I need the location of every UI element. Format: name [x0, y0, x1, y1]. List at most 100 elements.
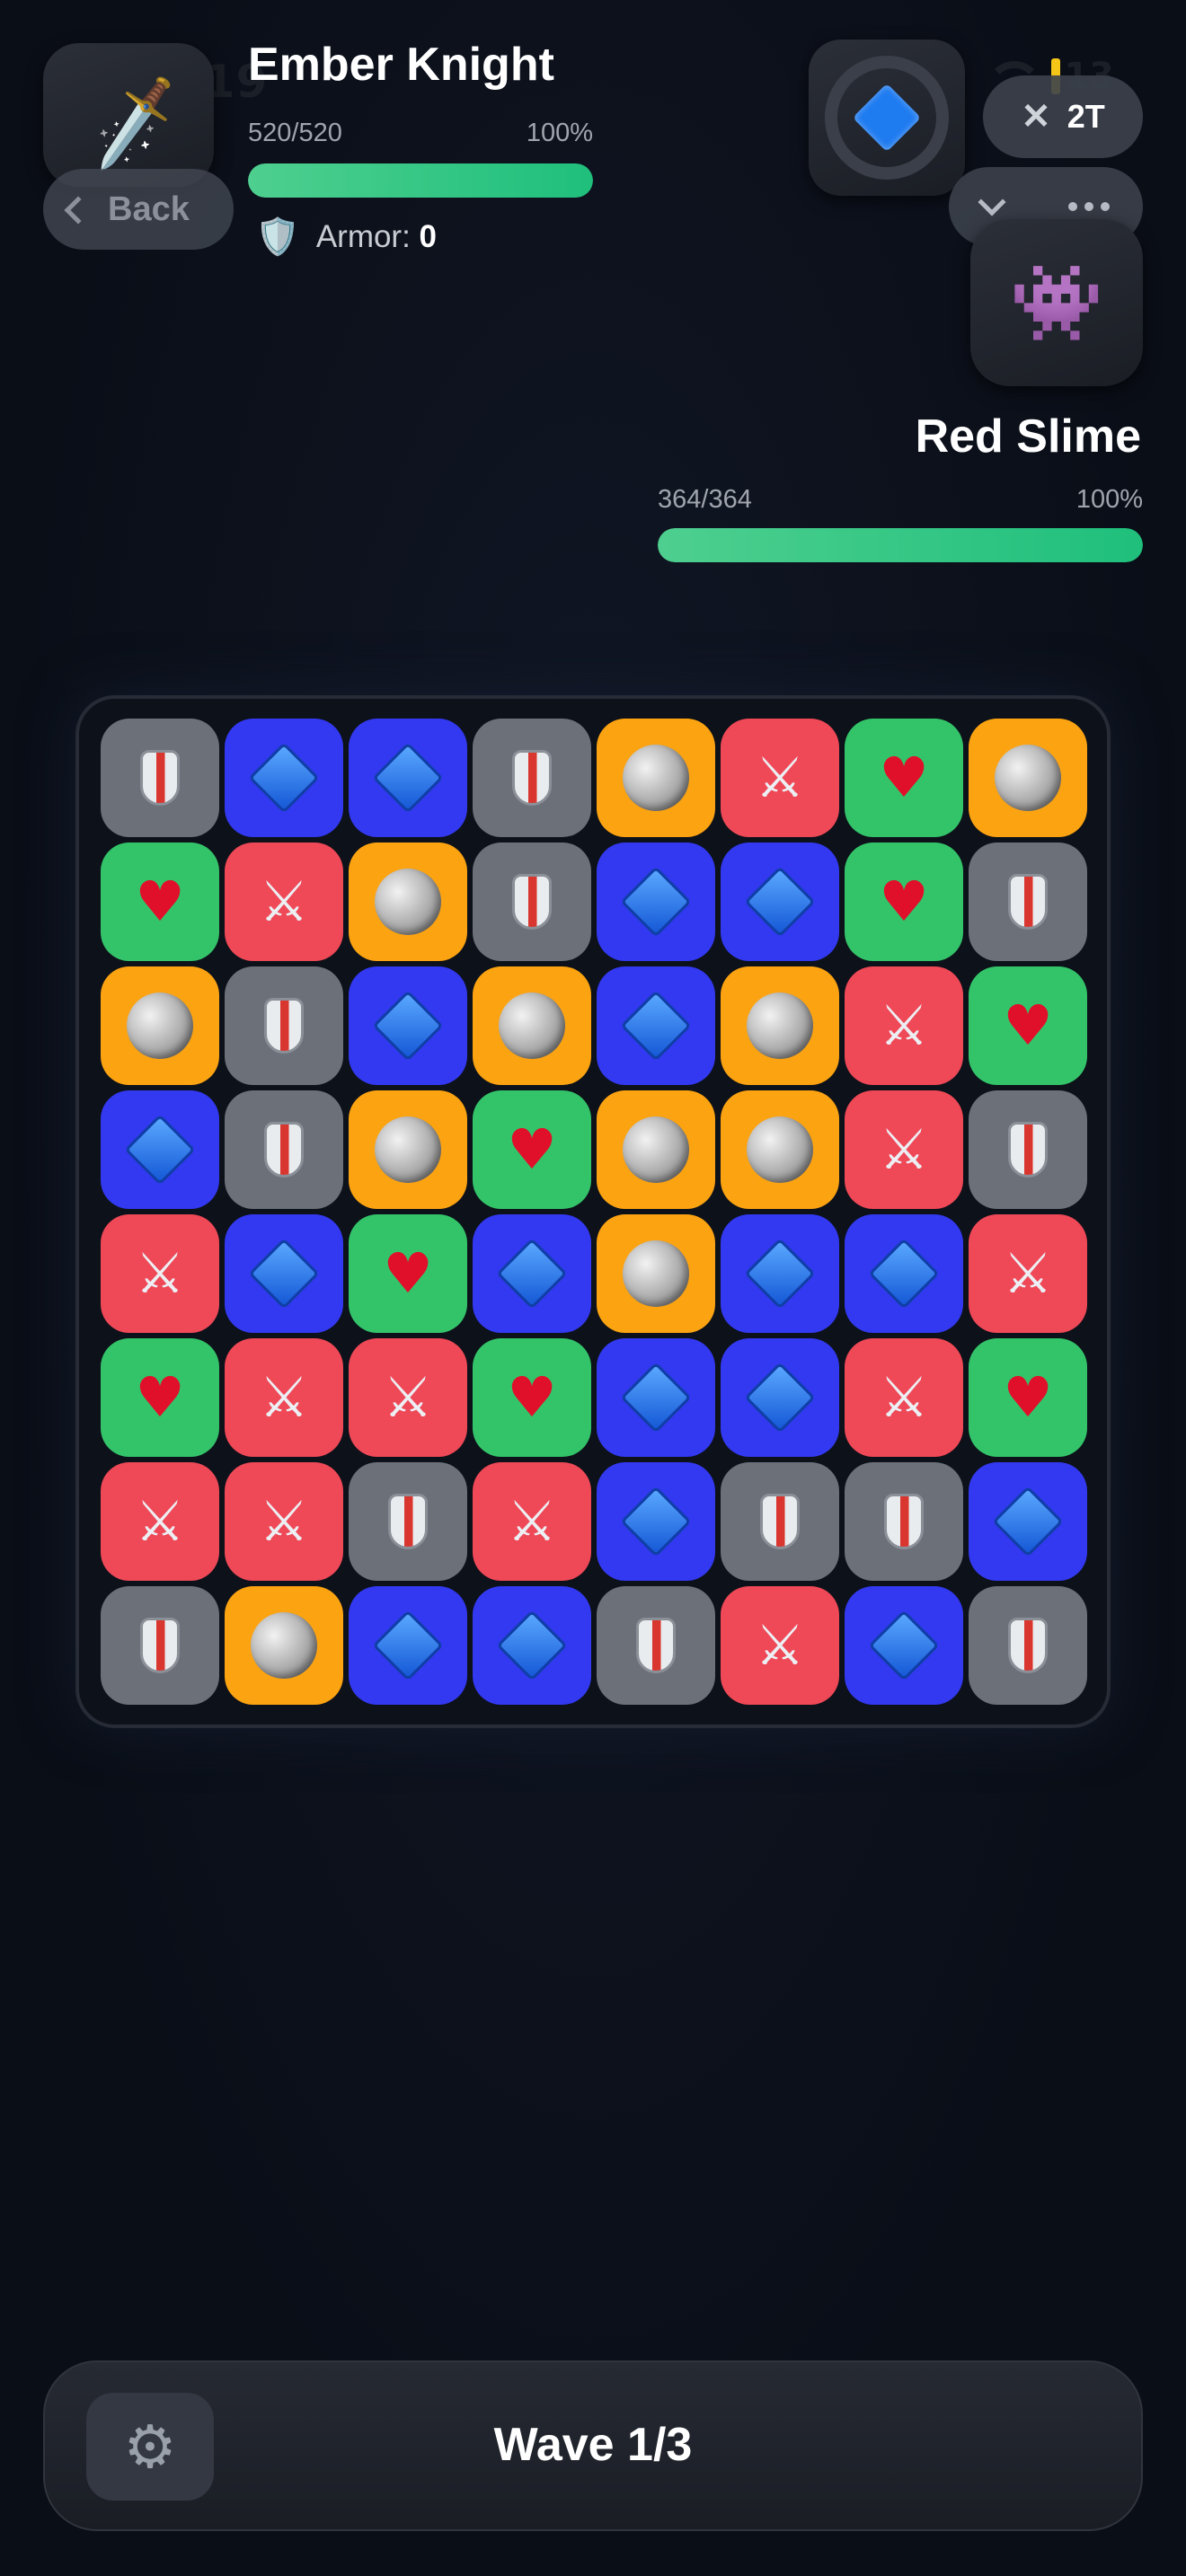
- tile-heart[interactable]: ♥: [969, 1338, 1087, 1457]
- more-options-icon[interactable]: [1068, 202, 1110, 211]
- tile-swords[interactable]: ⚔: [721, 1586, 839, 1705]
- diamond-icon: [620, 866, 692, 938]
- enemy-name: Red Slime: [915, 410, 1141, 463]
- back-button-label: Back: [108, 190, 190, 228]
- player-portrait-card[interactable]: 🗡️: [43, 43, 214, 187]
- tile-shield[interactable]: [969, 1586, 1087, 1705]
- tile-shield[interactable]: [721, 1462, 839, 1581]
- tile-swords[interactable]: ⚔: [845, 966, 963, 1085]
- tile-heart[interactable]: ♥: [969, 966, 1087, 1085]
- tile-heart[interactable]: ♥: [349, 1214, 467, 1333]
- tile-diamond[interactable]: [597, 1462, 715, 1581]
- player-hp-fill: [248, 163, 593, 198]
- tile-coin[interactable]: [225, 1586, 343, 1705]
- tile-diamond[interactable]: [845, 1214, 963, 1333]
- heart-icon: ♥: [1003, 992, 1053, 1058]
- tile-diamond[interactable]: [597, 842, 715, 961]
- tile-diamond[interactable]: [845, 1586, 963, 1705]
- mana-orb-card[interactable]: [809, 40, 965, 196]
- tile-diamond[interactable]: [225, 719, 343, 837]
- alien-monster-icon: 👾: [1009, 258, 1104, 347]
- tile-heart[interactable]: ♥: [845, 719, 963, 837]
- shield-icon: [1008, 874, 1048, 930]
- tile-diamond[interactable]: [969, 1462, 1087, 1581]
- tile-shield[interactable]: [969, 1090, 1087, 1209]
- tile-shield[interactable]: [597, 1586, 715, 1705]
- tile-coin[interactable]: [597, 1214, 715, 1333]
- crossed-swords-icon: ⚔: [755, 745, 805, 810]
- tile-coin[interactable]: [349, 1090, 467, 1209]
- enemy-hp-row: 364/364 100%: [658, 485, 1143, 515]
- tile-swords[interactable]: ⚔: [969, 1214, 1087, 1333]
- tile-swords[interactable]: ⚔: [225, 1462, 343, 1581]
- tile-shield[interactable]: [349, 1462, 467, 1581]
- tile-shield[interactable]: [473, 842, 591, 961]
- crossed-swords-icon: ⚔: [135, 1488, 185, 1554]
- tile-swords[interactable]: ⚔: [845, 1338, 963, 1457]
- tile-shield[interactable]: [225, 1090, 343, 1209]
- diamond-icon: [372, 990, 444, 1062]
- tile-heart[interactable]: ♥: [101, 1338, 219, 1457]
- coin-icon: [127, 992, 193, 1059]
- tile-diamond[interactable]: [721, 842, 839, 961]
- tile-coin[interactable]: [349, 842, 467, 961]
- game-screen: 1:19 13 🗡️ Back Ember Knight 520/520 100…: [0, 0, 1186, 2576]
- tile-heart[interactable]: ♥: [101, 842, 219, 961]
- tile-shield[interactable]: [969, 842, 1087, 961]
- tile-coin[interactable]: [721, 1090, 839, 1209]
- tile-coin[interactable]: [101, 966, 219, 1085]
- tile-coin[interactable]: [721, 966, 839, 1085]
- tile-coin[interactable]: [969, 719, 1087, 837]
- diamond-icon: [868, 1610, 940, 1681]
- tile-diamond[interactable]: [349, 719, 467, 837]
- tile-swords[interactable]: ⚔: [721, 719, 839, 837]
- diamond-icon: [248, 1238, 320, 1310]
- tile-coin[interactable]: [597, 719, 715, 837]
- tile-diamond[interactable]: [101, 1090, 219, 1209]
- tile-diamond[interactable]: [597, 1338, 715, 1457]
- tile-heart[interactable]: ♥: [845, 842, 963, 961]
- shield-icon: [1008, 1618, 1048, 1673]
- coin-icon: [623, 1116, 689, 1183]
- tile-coin[interactable]: [473, 966, 591, 1085]
- tile-heart[interactable]: ♥: [473, 1338, 591, 1457]
- tile-diamond[interactable]: [225, 1214, 343, 1333]
- tile-shield[interactable]: [473, 719, 591, 837]
- tile-swords[interactable]: ⚔: [225, 842, 343, 961]
- tile-shield[interactable]: [845, 1462, 963, 1581]
- enemy-hp-text: 364/364: [658, 485, 752, 514]
- tile-swords[interactable]: ⚔: [101, 1214, 219, 1333]
- tile-shield[interactable]: [101, 719, 219, 837]
- player-hp-percent: 100%: [526, 119, 593, 147]
- back-button[interactable]: Back: [43, 169, 234, 250]
- mana-orb-ring: [825, 56, 949, 180]
- tile-diamond[interactable]: [721, 1214, 839, 1333]
- tile-diamond[interactable]: [349, 966, 467, 1085]
- enemy-portrait-card[interactable]: 👾: [970, 219, 1143, 386]
- tile-shield[interactable]: [225, 966, 343, 1085]
- tile-shield[interactable]: [101, 1586, 219, 1705]
- tile-coin[interactable]: [597, 1090, 715, 1209]
- chevron-down-icon[interactable]: [978, 188, 1006, 216]
- chevron-left-icon: [64, 196, 93, 225]
- tile-diamond[interactable]: [721, 1338, 839, 1457]
- diamond-icon: [124, 1114, 196, 1186]
- tile-diamond[interactable]: [349, 1586, 467, 1705]
- heart-icon: ♥: [879, 745, 929, 810]
- turns-label: 2T: [1067, 98, 1105, 135]
- diamond-icon: [372, 1610, 444, 1681]
- crossed-swords-icon: ⚔: [259, 1488, 309, 1554]
- tile-heart[interactable]: ♥: [473, 1090, 591, 1209]
- tile-swords[interactable]: ⚔: [101, 1462, 219, 1581]
- crossed-swords-icon: ⚔: [383, 1364, 433, 1430]
- tile-swords[interactable]: ⚔: [225, 1338, 343, 1457]
- tile-diamond[interactable]: [473, 1586, 591, 1705]
- tile-diamond[interactable]: [473, 1214, 591, 1333]
- tile-swords[interactable]: ⚔: [845, 1090, 963, 1209]
- diamond-icon: [744, 1238, 816, 1310]
- tile-swords[interactable]: ⚔: [473, 1462, 591, 1581]
- tile-diamond[interactable]: [597, 966, 715, 1085]
- diamond-icon: [992, 1486, 1064, 1557]
- diamond-icon: [620, 1362, 692, 1434]
- tile-swords[interactable]: ⚔: [349, 1338, 467, 1457]
